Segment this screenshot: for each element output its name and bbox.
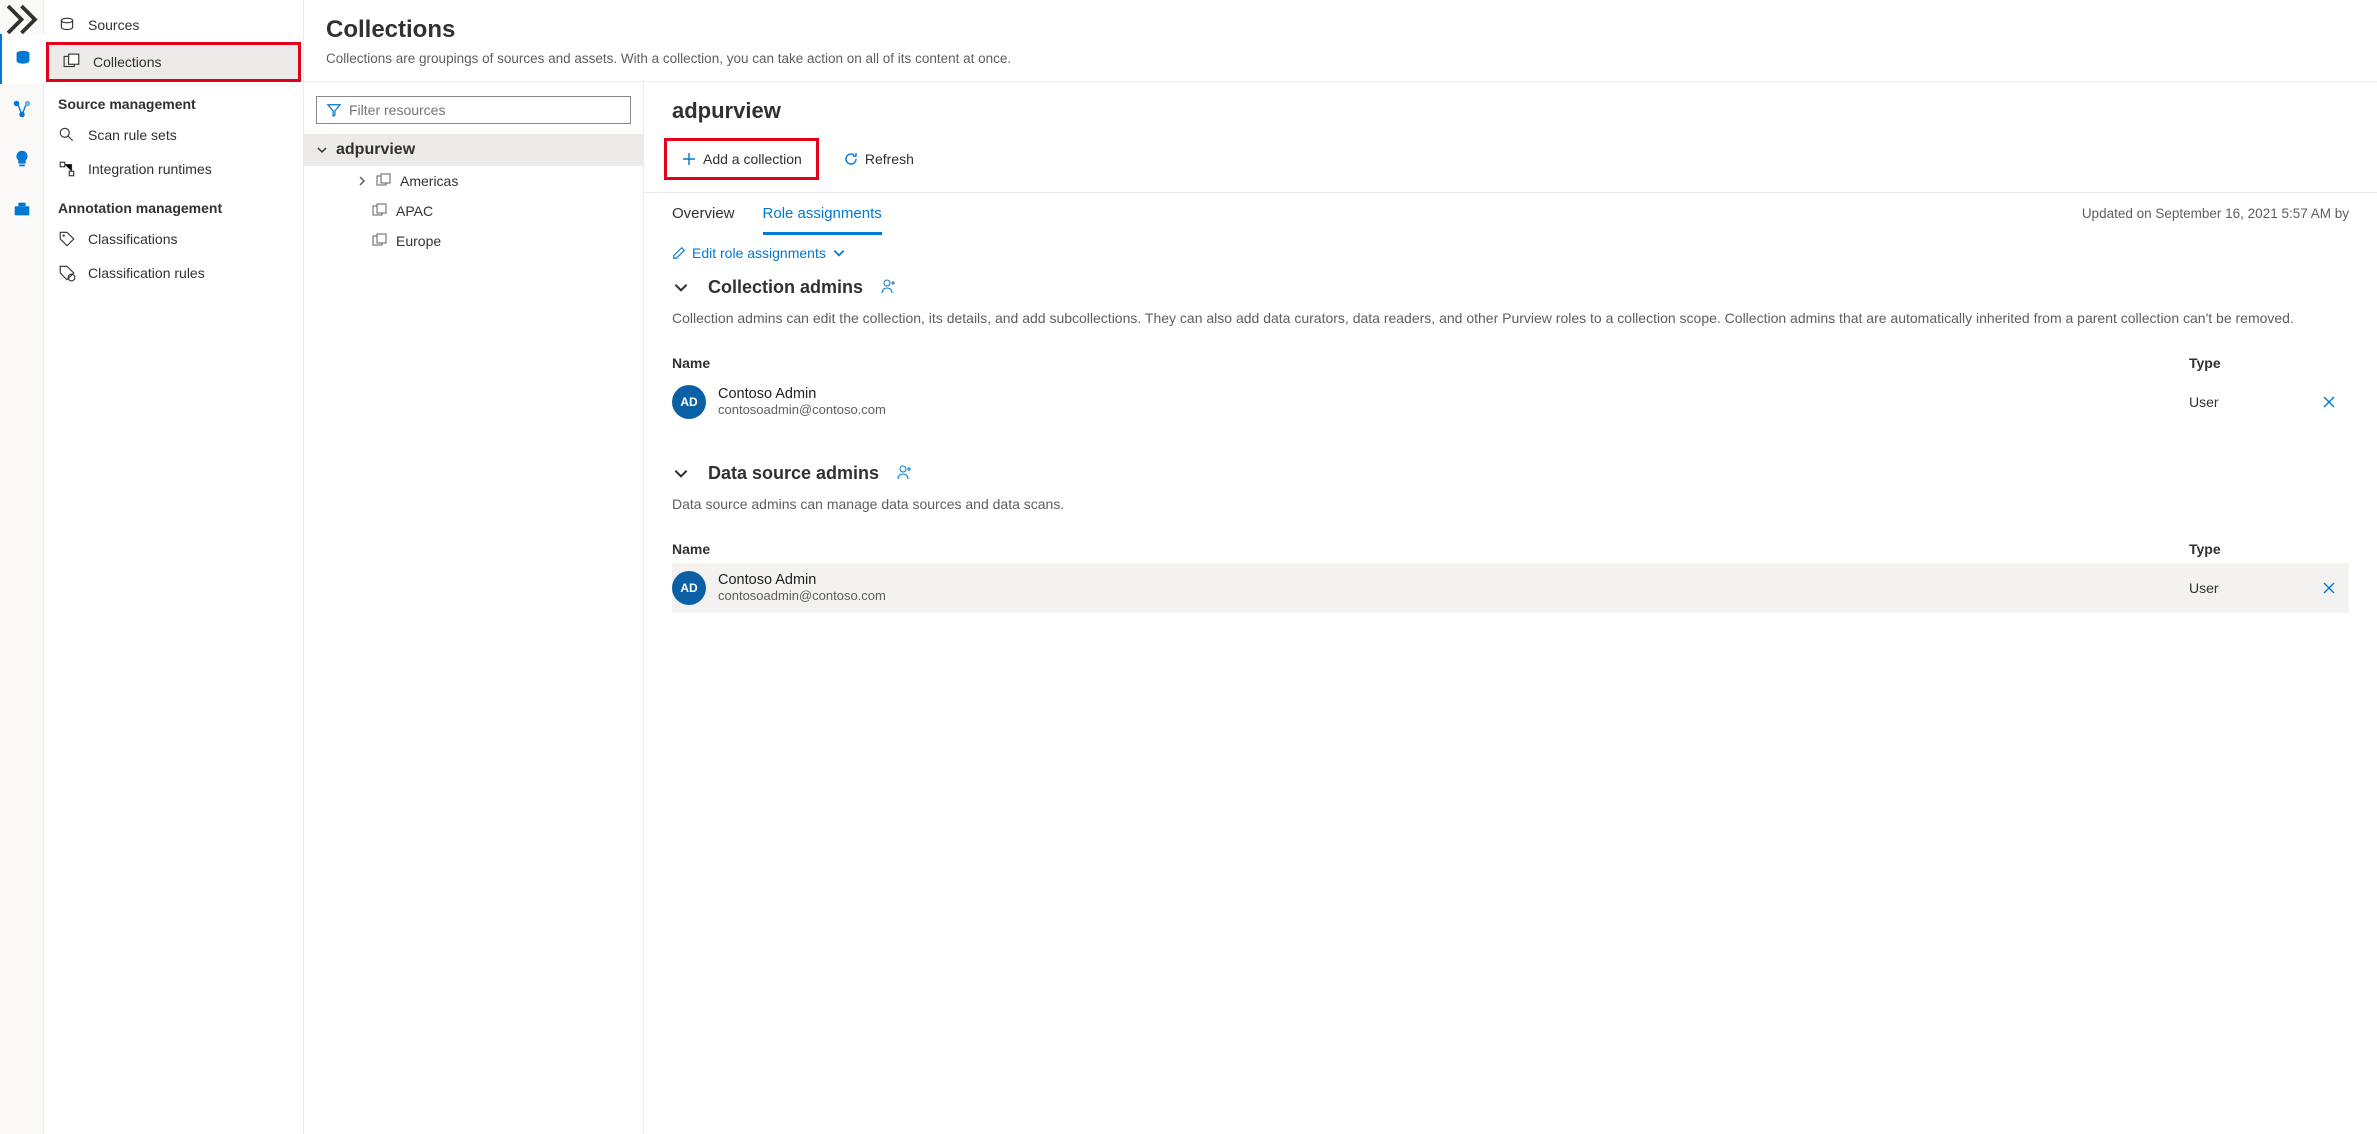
chevron-down-icon[interactable]: [672, 278, 690, 296]
database-icon: [12, 48, 34, 70]
chevron-down-icon[interactable]: [672, 464, 690, 482]
nav-label: Sources: [88, 17, 139, 33]
nav-label: Classification rules: [88, 265, 205, 281]
avatar: AD: [672, 571, 706, 605]
tree-item-europe[interactable]: Europe: [304, 226, 643, 256]
table-header-type: Type: [2189, 355, 2309, 371]
role-section-collection-admins: Collection admins Collection admins can …: [672, 277, 2349, 427]
refresh-button[interactable]: Refresh: [837, 147, 920, 171]
nav-label: Classifications: [88, 231, 177, 247]
page-subtitle: Collections are groupings of sources and…: [326, 50, 2355, 69]
page-title: Collections: [326, 16, 2355, 44]
collection-title: adpurview: [644, 82, 2377, 132]
tree-panel: adpurview Americas APAC: [304, 82, 644, 1134]
role-title: Collection admins: [708, 277, 863, 298]
tree-item-americas[interactable]: Americas: [304, 166, 643, 196]
nav-integration-runtimes[interactable]: Integration runtimes: [44, 152, 303, 186]
rail-lineage[interactable]: [0, 84, 44, 134]
table-row: AD Contoso Admin contosoadmin@contoso.co…: [672, 563, 2349, 613]
nav-sources[interactable]: Sources: [44, 8, 303, 42]
rules-icon: [58, 264, 76, 282]
table-header-name: Name: [672, 541, 2189, 557]
rail-data-map[interactable]: [0, 34, 44, 84]
plus-icon: [681, 151, 697, 167]
tree-root[interactable]: adpurview: [304, 134, 643, 166]
expand-rail-button[interactable]: [0, 4, 43, 34]
table-header-name: Name: [672, 355, 2189, 371]
nav-section-source-management: Source management: [44, 82, 303, 118]
refresh-label: Refresh: [865, 151, 914, 167]
lightbulb-icon: [11, 148, 33, 170]
integration-icon: [58, 160, 76, 178]
table-header-type: Type: [2189, 541, 2309, 557]
nav-label: Integration runtimes: [88, 161, 212, 177]
nav-section-annotation-management: Annotation management: [44, 186, 303, 222]
role-title: Data source admins: [708, 463, 879, 484]
tree-root-label: adpurview: [336, 141, 415, 159]
caret-down-icon: [316, 144, 328, 156]
nav-classifications[interactable]: Classifications: [44, 222, 303, 256]
table-row: AD Contoso Admin contosoadmin@contoso.co…: [672, 377, 2349, 427]
person-type: User: [2189, 580, 2309, 596]
scan-icon: [58, 126, 76, 144]
person-add-icon: [881, 278, 897, 294]
filter-icon: [327, 103, 341, 117]
collections-icon: [63, 53, 81, 71]
tab-role-assignments[interactable]: Role assignments: [763, 201, 882, 235]
rail-management[interactable]: [0, 184, 44, 234]
filter-resources-input[interactable]: [316, 96, 631, 124]
updated-timestamp: Updated on September 16, 2021 5:57 AM by: [2082, 206, 2349, 229]
person-name: Contoso Admin: [718, 386, 2189, 402]
tag-icon: [58, 230, 76, 248]
caret-right-icon: [356, 175, 368, 187]
close-icon: [2322, 395, 2336, 409]
nav-collections[interactable]: Collections: [49, 45, 298, 79]
rail-insights[interactable]: [0, 134, 44, 184]
add-person-button[interactable]: [881, 278, 897, 297]
remove-person-button[interactable]: [2309, 395, 2349, 409]
role-description: Collection admins can edit the collectio…: [672, 308, 2349, 329]
tree-item-label: Europe: [396, 233, 441, 249]
sources-icon: [58, 16, 76, 34]
page-header: Collections Collections are groupings of…: [304, 0, 2377, 82]
collections-icon: [372, 203, 388, 219]
toolbox-icon: [11, 198, 33, 220]
edit-icon: [672, 246, 686, 260]
filter-field[interactable]: [349, 102, 620, 118]
nav-classification-rules[interactable]: Classification rules: [44, 256, 303, 290]
add-collection-label: Add a collection: [703, 151, 802, 167]
person-email: contosoadmin@contoso.com: [718, 402, 2189, 417]
edit-role-assignments-button[interactable]: Edit role assignments: [672, 241, 2349, 277]
person-type: User: [2189, 394, 2309, 410]
person-email: contosoadmin@contoso.com: [718, 588, 2189, 603]
add-collection-button[interactable]: Add a collection: [675, 147, 808, 171]
role-description: Data source admins can manage data sourc…: [672, 494, 2349, 515]
role-section-data-source-admins: Data source admins Data source admins ca…: [672, 463, 2349, 613]
left-nav: Sources Collections Source management Sc…: [44, 0, 304, 1134]
refresh-icon: [843, 151, 859, 167]
add-person-button[interactable]: [897, 464, 913, 483]
tree-item-label: Americas: [400, 173, 458, 189]
close-icon: [2322, 581, 2336, 595]
graph-icon: [11, 98, 33, 120]
person-add-icon: [897, 464, 913, 480]
tab-overview[interactable]: Overview: [672, 201, 735, 235]
main-content: adpurview Add a collection Refresh: [644, 82, 2377, 1134]
person-name: Contoso Admin: [718, 572, 2189, 588]
chevron-down-icon: [832, 246, 846, 260]
edit-role-label: Edit role assignments: [692, 245, 826, 261]
tree-item-label: APAC: [396, 203, 433, 219]
nav-label: Scan rule sets: [88, 127, 177, 143]
avatar: AD: [672, 385, 706, 419]
nav-label: Collections: [93, 54, 161, 70]
icon-rail: [0, 0, 44, 1134]
collections-icon: [372, 233, 388, 249]
collections-icon: [376, 173, 392, 189]
tree-item-apac[interactable]: APAC: [304, 196, 643, 226]
nav-scan-rule-sets[interactable]: Scan rule sets: [44, 118, 303, 152]
remove-person-button[interactable]: [2309, 581, 2349, 595]
